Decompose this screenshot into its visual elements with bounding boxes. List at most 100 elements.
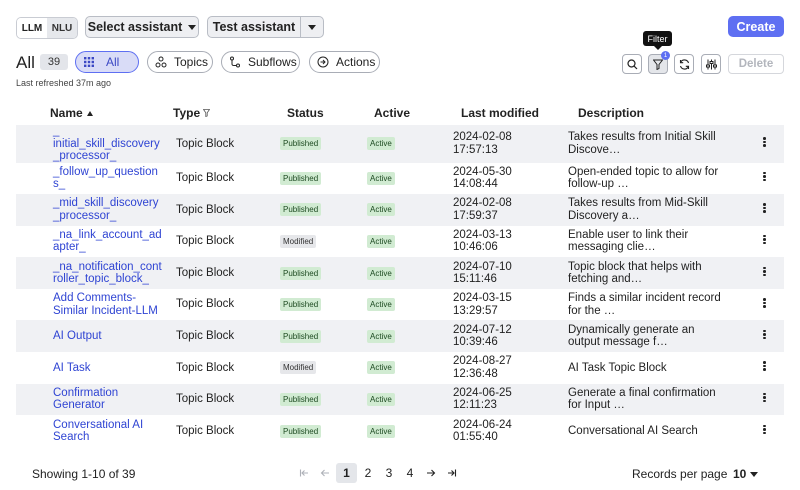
status-cell: Published bbox=[277, 125, 364, 163]
modified-time: 17:57:13 bbox=[453, 143, 498, 156]
pill-subflows[interactable]: Subflows bbox=[221, 51, 300, 73]
modified-cell: 2024-03-15 13:29:57 bbox=[450, 289, 565, 321]
header-type[interactable]: Type bbox=[173, 106, 211, 120]
table-row[interactable]: Confirmation Generator Topic Block Publishe… bbox=[16, 383, 784, 416]
nlu-option[interactable]: NLU bbox=[47, 18, 77, 38]
topics-icon bbox=[154, 55, 168, 69]
select-assistant-dropdown[interactable]: Select assistant bbox=[85, 16, 199, 38]
status-cell: Published bbox=[277, 163, 364, 195]
table-row[interactable]: _ initial_skill_discovery _processor_ Topic… bbox=[16, 125, 784, 163]
page-4-button[interactable]: 4 bbox=[402, 463, 418, 483]
topic-name-link[interactable]: AI Task bbox=[53, 362, 163, 375]
next-page-button[interactable] bbox=[424, 463, 438, 483]
records-per-page-value: 10 bbox=[733, 467, 747, 481]
llm-nlu-toggle[interactable]: LLM NLU bbox=[16, 17, 78, 39]
active-badge: Active bbox=[367, 137, 395, 151]
table-row[interactable]: AI Output Topic Block Published Active 2024-… bbox=[16, 320, 784, 353]
header-last-modified[interactable]: Last modified bbox=[461, 106, 539, 120]
description-line-1: Takes results from Mid-Skill bbox=[568, 197, 708, 210]
topic-name-link[interactable]: _na_notification_controller_topic_block_ bbox=[53, 261, 163, 286]
pill-topics-label: Topics bbox=[174, 55, 209, 69]
row-menu-cell bbox=[745, 289, 784, 321]
test-assistant-button[interactable]: Test assistant bbox=[207, 16, 301, 38]
more-options-icon[interactable] bbox=[763, 329, 766, 341]
status-cell: Published bbox=[277, 289, 364, 321]
header-name[interactable]: Name bbox=[50, 106, 93, 120]
pill-subflows-label: Subflows bbox=[248, 55, 297, 69]
page-2-button[interactable]: 2 bbox=[360, 463, 376, 483]
type-cell: Topic Block bbox=[176, 298, 235, 311]
llm-option[interactable]: LLM bbox=[17, 18, 47, 38]
pill-topics[interactable]: Topics bbox=[147, 51, 213, 73]
modified-time: 15:11:46 bbox=[453, 273, 497, 286]
status-cell: Published bbox=[277, 415, 364, 447]
modified-time: 13:29:57 bbox=[453, 304, 498, 317]
subflow-icon bbox=[228, 55, 242, 69]
table-row[interactable]: AI Task Topic Block Modified Active 2024-08-… bbox=[16, 352, 784, 384]
test-assistant-menu-button[interactable] bbox=[300, 16, 324, 38]
topic-name-link[interactable]: AI Output bbox=[53, 330, 163, 343]
topic-name-link[interactable]: _follow_up_questions_ bbox=[53, 166, 163, 191]
description-cell: Open-ended topic to allow for follow-up … bbox=[565, 163, 745, 195]
pill-all[interactable]: All bbox=[75, 51, 139, 73]
first-page-button[interactable] bbox=[297, 463, 311, 483]
row-menu-cell bbox=[745, 163, 784, 195]
table-row[interactable]: Conversational AI Search Topic Block Publis… bbox=[16, 415, 784, 447]
page-3-button[interactable]: 3 bbox=[381, 463, 397, 483]
status-badge: Published bbox=[280, 329, 322, 343]
records-per-page-select[interactable]: 10 bbox=[733, 467, 759, 481]
create-button[interactable]: Create bbox=[728, 16, 784, 37]
active-cell: Active bbox=[364, 384, 450, 416]
test-assistant-label: Test assistant bbox=[212, 20, 296, 34]
page-1-button[interactable]: 1 bbox=[336, 463, 357, 483]
modified-date: 2024-03-15 bbox=[453, 292, 512, 305]
row-menu-cell bbox=[745, 415, 784, 447]
header-description[interactable]: Description bbox=[578, 106, 644, 120]
description-line-1: Finds a similar incident record bbox=[568, 292, 721, 305]
modified-date: 2024-06-25 bbox=[453, 386, 512, 399]
topic-name-link[interactable]: _na_link_account_adapter_ bbox=[53, 229, 163, 254]
last-page-button[interactable] bbox=[445, 463, 459, 483]
header-status[interactable]: Status bbox=[287, 106, 324, 120]
status-badge: Published bbox=[280, 298, 322, 312]
modified-cell: 2024-07-12 10:39:46 bbox=[450, 320, 565, 352]
topic-name-link[interactable]: Conversational AI Search bbox=[53, 419, 163, 444]
pill-actions[interactable]: Actions bbox=[309, 51, 380, 73]
more-options-icon[interactable] bbox=[763, 297, 766, 309]
delete-button[interactable]: Delete bbox=[728, 54, 784, 74]
header-active[interactable]: Active bbox=[374, 106, 410, 120]
settings-button[interactable] bbox=[701, 54, 721, 74]
more-options-icon[interactable] bbox=[763, 360, 766, 372]
description-line-1: Topic block that helps with bbox=[568, 260, 702, 273]
more-options-icon[interactable] bbox=[763, 266, 766, 278]
table-row[interactable]: _mid_skill_discovery_processor_ Topic Blo… bbox=[16, 194, 784, 226]
filter-count-badge: 1 bbox=[661, 51, 670, 60]
description-line-2: Discove… bbox=[568, 143, 621, 156]
refresh-button[interactable] bbox=[674, 54, 694, 74]
description-line-2: messaging clie… bbox=[568, 241, 656, 254]
more-options-icon[interactable] bbox=[763, 424, 766, 436]
prev-page-button[interactable] bbox=[318, 463, 332, 483]
more-options-icon[interactable] bbox=[763, 392, 766, 404]
table-row[interactable]: Add Comments- Similar Incident-LLM Topic B… bbox=[16, 288, 784, 321]
more-options-icon[interactable] bbox=[763, 171, 766, 183]
chevron-down-icon bbox=[308, 24, 316, 30]
search-button[interactable] bbox=[622, 54, 642, 74]
table-row[interactable]: _na_notification_controller_topic_block_… bbox=[16, 257, 784, 289]
status-cell: Modified bbox=[277, 226, 364, 258]
topic-name-link[interactable]: _ initial_skill_discovery _processor_ bbox=[53, 125, 163, 163]
filter-icon bbox=[203, 109, 211, 117]
more-options-icon[interactable] bbox=[763, 136, 766, 148]
table-row[interactable]: _follow_up_questions_ Topic Block Publishe… bbox=[16, 162, 784, 195]
more-options-icon[interactable] bbox=[763, 234, 766, 246]
more-options-icon[interactable] bbox=[763, 202, 766, 214]
name-cell: Conversational AI Search bbox=[16, 415, 173, 447]
table-row[interactable]: _na_link_account_adapter_ Topic Block Modi… bbox=[16, 225, 784, 258]
description-line-1: AI Task Topic Block bbox=[568, 361, 667, 374]
type-cell: Topic Block bbox=[176, 393, 235, 406]
topic-name-link[interactable]: Add Comments- Similar Incident-LLM bbox=[53, 292, 163, 317]
topic-name-link[interactable]: Confirmation Generator bbox=[53, 387, 163, 412]
topic-name-link[interactable]: _mid_skill_discovery_processor_ bbox=[53, 197, 163, 222]
filter-icon bbox=[653, 59, 663, 70]
modified-time: 10:46:06 bbox=[453, 241, 498, 254]
